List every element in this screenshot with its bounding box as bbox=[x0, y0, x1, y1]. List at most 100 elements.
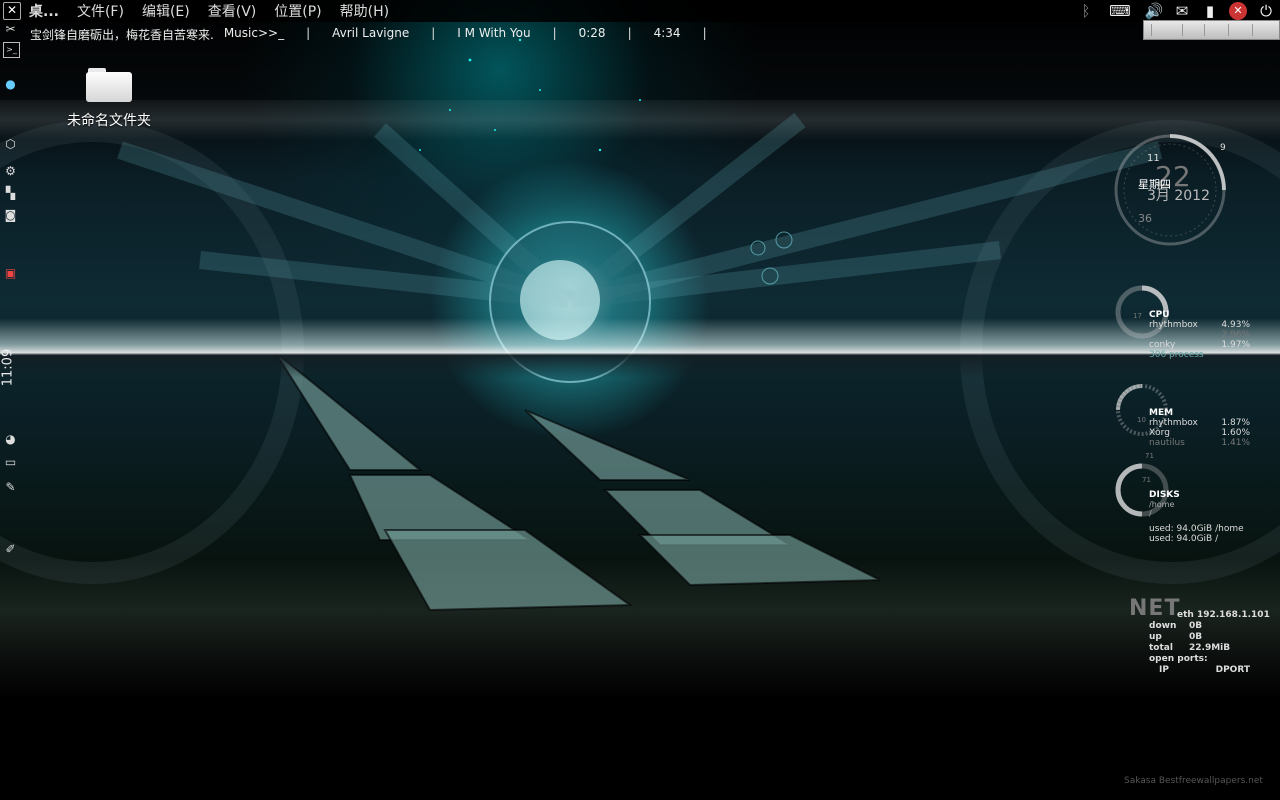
cpu-dial-label: 17 bbox=[1133, 312, 1142, 320]
mem-title: MEM bbox=[1149, 408, 1174, 418]
separator: | bbox=[306, 26, 311, 40]
app-name-menu[interactable]: 桌... bbox=[29, 1, 59, 21]
separator: | bbox=[627, 26, 632, 40]
net-down-value: 0B bbox=[1189, 621, 1203, 631]
music-ticker: 宝剑锋自磨砺出，梅花香自苦寒来. Music>>_ | Avril Lavign… bbox=[30, 26, 729, 43]
cube-icon[interactable]: ⬡ bbox=[3, 137, 18, 151]
folder-label: 未命名文件夹 bbox=[67, 113, 151, 129]
net-up-row: up 0B bbox=[1149, 632, 1270, 643]
mem-process-row: Xorg 1.60% bbox=[1149, 428, 1250, 438]
process-name: rhythmbox bbox=[1149, 418, 1198, 428]
process-name: nautilus bbox=[1149, 438, 1185, 448]
firefox-icon[interactable]: ◕ bbox=[3, 432, 18, 446]
top-panel: ✕ 桌... 文件(F) 编辑(E) 查看(V) 位置(P) 帮助(H) ᛒ ⌨… bbox=[0, 0, 1280, 22]
separator: | bbox=[431, 26, 436, 40]
net-up-value: 0B bbox=[1189, 632, 1203, 642]
battery-icon[interactable]: ▮ bbox=[1196, 2, 1224, 20]
process-name: Xorg bbox=[1149, 428, 1170, 438]
window-icon[interactable]: ▚ bbox=[3, 186, 18, 200]
net-total-label: total bbox=[1149, 643, 1173, 653]
scissors-icon[interactable]: ✂ bbox=[3, 22, 18, 36]
track-total: 4:34 bbox=[653, 26, 681, 40]
mem-panel: MEM rhythmbox 1.87% Xorg 1.60% nautilus 1.4… bbox=[1149, 408, 1250, 448]
process-value: 1.87% bbox=[1221, 418, 1250, 428]
pin-icon[interactable]: ✎ bbox=[3, 480, 18, 494]
app-window-icon[interactable]: ▣ bbox=[3, 266, 18, 280]
mem-process-row: rhythmbox 1.87% bbox=[1149, 418, 1250, 428]
disks-dial-label: 71 bbox=[1142, 476, 1151, 484]
calendar-minute: 36 bbox=[1138, 212, 1152, 225]
calendar-month-year: 3月 2012 bbox=[1147, 188, 1210, 204]
cpu-process-count: 306 process bbox=[1149, 350, 1204, 360]
net-total-row: total 22.9MiB bbox=[1149, 643, 1270, 654]
power-icon[interactable]: ⏻ bbox=[1252, 2, 1280, 20]
cpu-process-row: conky 1.97% bbox=[1149, 340, 1250, 350]
wallpaper-credit: Sakasa Bestfreewallpapers.net bbox=[1124, 776, 1263, 786]
terminal-icon[interactable]: >_ bbox=[3, 42, 20, 58]
camera-icon[interactable]: ◙ bbox=[3, 208, 18, 222]
process-value: 1.41% bbox=[1221, 438, 1250, 448]
desktop-wallpaper bbox=[0, 0, 1280, 800]
net-col-ip: IP bbox=[1159, 665, 1169, 675]
quote-text: 宝剑锋自磨砺出，梅花香自苦寒来. bbox=[30, 28, 214, 42]
music-label: Music>>_ bbox=[223, 26, 285, 40]
cpu-title: CPU bbox=[1149, 310, 1170, 320]
disks-title: DISKS bbox=[1149, 490, 1180, 500]
process-value: 2.96% bbox=[1221, 330, 1250, 340]
close-icon[interactable]: ✕ bbox=[3, 2, 21, 20]
settings-icon[interactable]: ⚙ bbox=[3, 164, 18, 178]
wallpaper-art bbox=[117, 29, 1163, 612]
disk-usage: used: 94.0GiB /home bbox=[1149, 524, 1244, 534]
separator: | bbox=[552, 26, 557, 40]
brush-icon[interactable]: ✐ bbox=[3, 542, 18, 556]
track-title: I M With You bbox=[457, 26, 531, 40]
net-down-row: down 0B bbox=[1149, 621, 1270, 632]
cpu-process-row: 2.96% bbox=[1149, 330, 1250, 340]
disk-mount: /home bbox=[1149, 500, 1175, 509]
wallpaper-glowline bbox=[0, 318, 1280, 378]
menu-help[interactable]: 帮助(H) bbox=[340, 1, 389, 21]
cpu-panel: CPU rhythmbox 4.93% 2.96% conky 1.97% 306 … bbox=[1149, 310, 1250, 360]
process-name: conky bbox=[1149, 340, 1176, 350]
net-down-label: down bbox=[1149, 621, 1177, 631]
disk-usage: used: 94.0GiB / bbox=[1149, 534, 1219, 544]
net-up-label: up bbox=[1149, 632, 1162, 642]
track-artist: Avril Lavigne bbox=[332, 26, 410, 40]
net-col-dport: DPORT bbox=[1215, 665, 1250, 675]
process-value: 1.60% bbox=[1221, 428, 1250, 438]
disk-mount: / bbox=[1149, 509, 1152, 518]
net-panel: eth 192.168.1.101 down 0B up 0B total 22.9M… bbox=[1149, 610, 1270, 676]
net-total-value: 22.9MiB bbox=[1189, 643, 1231, 653]
separator: | bbox=[702, 26, 707, 40]
mem-process-row: nautilus 1.41% bbox=[1149, 438, 1250, 448]
qq-icon[interactable]: ● bbox=[3, 77, 18, 91]
system-tray: ᛒ ⌨ 🔊 ✉ ▮ ✕ ⏻ bbox=[1072, 0, 1280, 22]
keyboard-icon[interactable]: ⌨ bbox=[1100, 2, 1140, 20]
desktop-folder[interactable]: 未命名文件夹 bbox=[64, 68, 154, 130]
disks-panel: DISKS /home / used: 94.0GiB /home used: … bbox=[1149, 490, 1244, 544]
calendar-nine: 9 bbox=[1220, 143, 1226, 153]
net-open-ports: open ports: bbox=[1149, 654, 1208, 664]
notification-icon[interactable]: ✕ bbox=[1229, 2, 1247, 20]
folder-icon bbox=[86, 68, 132, 102]
disks-dial-label: 71 bbox=[1145, 452, 1154, 460]
dock-clock: 11:09 bbox=[0, 348, 16, 387]
process-name: rhythmbox bbox=[1149, 320, 1198, 330]
process-value: 4.93% bbox=[1221, 320, 1250, 330]
menu-places[interactable]: 位置(P) bbox=[274, 1, 321, 21]
menu-file[interactable]: 文件(F) bbox=[77, 1, 124, 21]
process-value: 1.97% bbox=[1221, 340, 1250, 350]
mail-icon[interactable]: ✉ bbox=[1168, 2, 1196, 20]
bluetooth-icon[interactable]: ᛒ bbox=[1072, 2, 1100, 20]
volume-icon[interactable]: 🔊 bbox=[1140, 2, 1168, 20]
mem-dial-label: 10 bbox=[1137, 416, 1146, 424]
mini-panel-bar[interactable] bbox=[1143, 20, 1280, 40]
left-dock: ✂ >_ ● ⬡ ⚙ ▚ ◙ ▣ 11:09 ◕ ▭ ✎ ✐ bbox=[0, 22, 22, 582]
menu-view[interactable]: 查看(V) bbox=[208, 1, 257, 21]
net-interface: eth 192.168.1.101 bbox=[1177, 610, 1270, 620]
display-icon[interactable]: ▭ bbox=[3, 455, 18, 469]
menu-edit[interactable]: 编辑(E) bbox=[142, 1, 190, 21]
net-ports-header: IP DPORT bbox=[1149, 665, 1250, 676]
track-elapsed: 0:28 bbox=[578, 26, 606, 40]
cpu-process-row: rhythmbox 4.93% bbox=[1149, 320, 1250, 330]
